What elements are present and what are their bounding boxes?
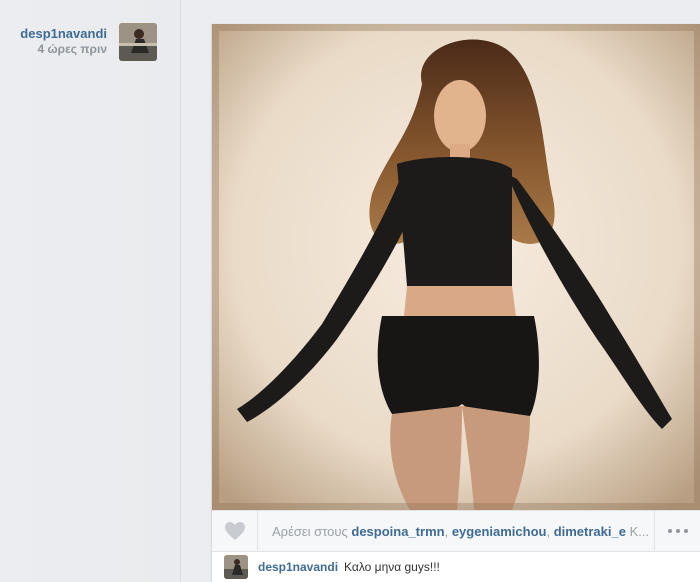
post-photo[interactable] [212, 24, 700, 510]
likes-more-text[interactable]: K... [630, 524, 650, 539]
likes-summary: Αρέσει στους despoina_trmn, eygeniamicho… [272, 523, 650, 539]
post-card: Αρέσει στους despoina_trmn, eygeniamicho… [211, 24, 700, 582]
author-meta: desp1navandi 4 ώρες πριν [20, 26, 107, 57]
like-button[interactable] [212, 511, 258, 551]
liker-name[interactable]: eygeniamichou [452, 524, 547, 539]
likes-prefix: Αρέσει στους [272, 523, 348, 539]
author-avatar[interactable] [119, 23, 157, 61]
like-bar: Αρέσει στους despoina_trmn, eygeniamicho… [212, 510, 700, 552]
photo-image [212, 24, 700, 510]
author-username[interactable]: desp1navandi [20, 26, 107, 41]
liker-name[interactable]: dimetraki_e [554, 524, 626, 539]
heart-icon [224, 522, 245, 540]
post-caption: desp1navandi Καλο μηνα guys!!! [212, 551, 700, 582]
caption-avatar-image [224, 554, 248, 579]
more-options-button[interactable] [654, 511, 700, 551]
caption-avatar[interactable] [224, 554, 248, 579]
post-timestamp[interactable]: 4 ώρες πριν [20, 41, 107, 57]
caption-text: Καλο μηνα guys!!! [344, 559, 440, 574]
more-options-icon [666, 529, 690, 533]
liker-name[interactable]: despoina_trmn [351, 524, 444, 539]
left-sidebar: desp1navandi 4 ώρες πριν [0, 0, 181, 582]
avatar-image [119, 23, 157, 61]
caption-username[interactable]: desp1navandi [258, 560, 338, 574]
post-author: desp1navandi 4 ώρες πριν [20, 23, 157, 61]
